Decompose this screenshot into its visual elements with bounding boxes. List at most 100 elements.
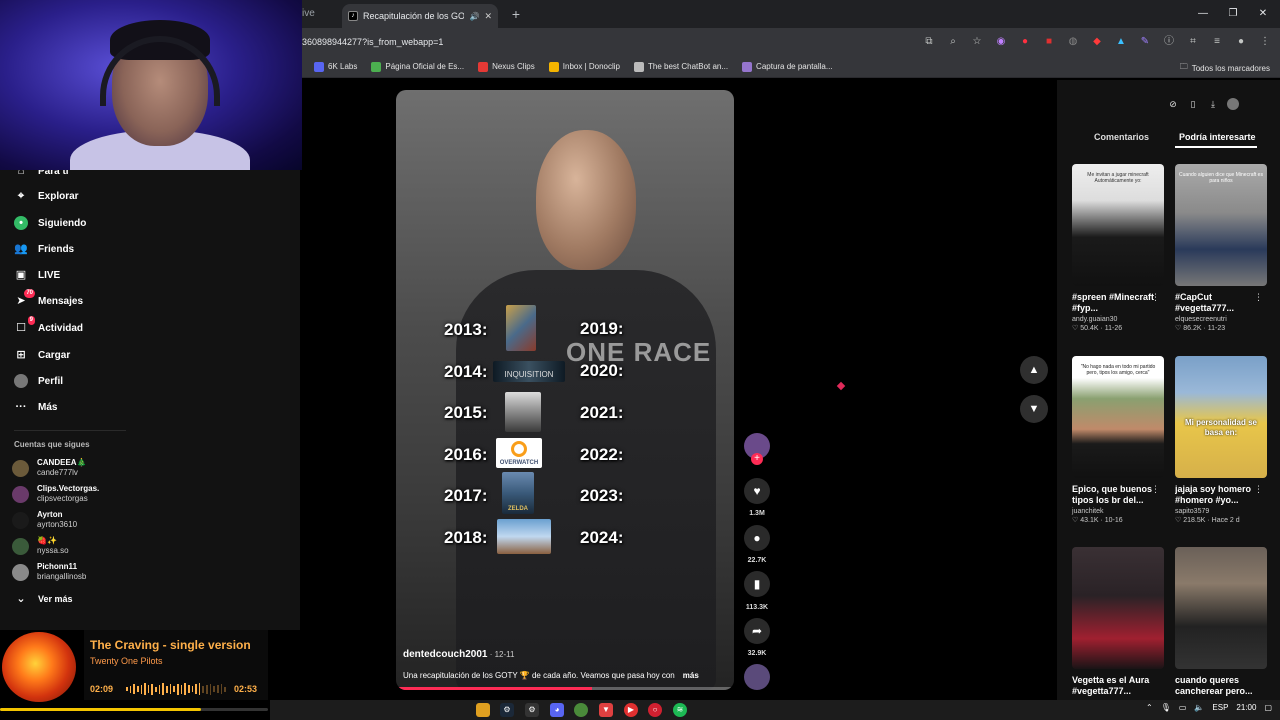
like-button[interactable]: ♥ — [744, 478, 770, 504]
info-icon[interactable]: ⓘ — [1162, 35, 1176, 49]
chrome-icon[interactable] — [574, 703, 588, 717]
video-thumbnail — [1175, 547, 1267, 669]
extension-icon[interactable]: ◆ — [1090, 35, 1104, 49]
recommended-video-card[interactable]: cuando queres cancherear pero... — [1175, 547, 1267, 697]
sidebar-item-cargar[interactable]: ⊞ Cargar — [14, 348, 70, 362]
reading-list-icon[interactable]: ≡ — [1210, 35, 1224, 49]
steam-icon[interactable]: ⚙ — [500, 703, 514, 717]
speaker-icon[interactable]: 🔊 — [469, 12, 479, 21]
game-cover-god-of-war — [497, 519, 551, 554]
volume-icon[interactable]: 🔈 — [1194, 703, 1204, 712]
extension-icon[interactable]: ● — [1018, 35, 1032, 49]
download-icon[interactable]: ⤓ — [1207, 98, 1219, 110]
extension-icon[interactable]: ◉ — [994, 35, 1008, 49]
bookmark-item[interactable]: Captura de pantalla... — [742, 61, 833, 72]
card-menu-icon[interactable]: ⋮ — [1151, 292, 1160, 303]
comment-count: 22.7K — [747, 557, 767, 564]
sidebar-item-siguiendo[interactable]: • Siguiendo — [14, 216, 86, 230]
recommended-video-card[interactable]: "No hago nada en todo mi partido pero, t… — [1072, 356, 1164, 524]
minimize-icon[interactable]: — — [1188, 4, 1218, 24]
bookmark-item[interactable]: Página Oficial de Es... — [371, 61, 464, 72]
sidebar-item-live[interactable]: ▣ LIVE — [14, 268, 60, 282]
compass-icon[interactable]: ⊘ — [1167, 98, 1179, 110]
waveform-bar — [198, 683, 201, 695]
recommended-video-card[interactable]: Me invitan a jugar minecraft Automáticam… — [1072, 164, 1164, 332]
star-icon[interactable]: ☆ — [970, 35, 984, 49]
recommended-video-card[interactable]: Vegetta es el Aura #vegetta777... — [1072, 547, 1164, 697]
bookmark-item[interactable]: Inbox | Donoclip — [548, 61, 620, 72]
save-button[interactable]: ▮ — [744, 571, 770, 597]
follow-plus-icon[interactable]: + — [751, 453, 763, 465]
youtube-icon[interactable]: ▶ — [624, 703, 638, 717]
notification-icon[interactable]: ▢ — [1264, 703, 1272, 712]
recommended-video-card[interactable]: Mi personalidad se basa en: jajaja soy h… — [1175, 356, 1267, 524]
tab-partial[interactable]: ive — [302, 4, 342, 28]
see-more-link[interactable]: ⌄ Ver más — [14, 592, 72, 606]
card-menu-icon[interactable]: ⋮ — [1254, 292, 1263, 303]
pen-icon[interactable]: ✎ — [1138, 35, 1152, 49]
followed-account[interactable]: CANDEEA🎄 cande777lv — [12, 458, 87, 478]
video-player[interactable]: ONE RACE 2013: 2014: 2015: 2016: 2017: 2… — [396, 90, 734, 690]
avatar[interactable] — [1227, 98, 1239, 110]
puzzle-icon[interactable]: ⌗ — [1186, 35, 1200, 49]
sidebar-item-mas[interactable]: ··· Más — [14, 400, 58, 414]
sidebar-item-actividad[interactable]: ☐ 9 Actividad — [14, 316, 83, 335]
bookmark-item[interactable]: 6K Labs — [314, 61, 357, 72]
settings-icon[interactable]: ⚙ — [525, 703, 539, 717]
bookmark-item[interactable]: The best ChatBot an... — [634, 61, 728, 72]
sidebar-item-perfil[interactable]: Perfil — [14, 374, 63, 388]
extension-icon[interactable]: ■ — [1042, 35, 1056, 49]
tab-close-icon[interactable]: ✕ — [484, 11, 492, 22]
opera-icon[interactable]: ○ — [648, 703, 662, 717]
extension-icon[interactable]: ◍ — [1066, 35, 1080, 49]
card-menu-icon[interactable]: ⋮ — [1254, 484, 1263, 495]
extension-icon[interactable]: ▲ — [1114, 35, 1128, 49]
following-icon: • — [14, 216, 28, 230]
followed-account[interactable]: 🍓✨ nyssa.so — [12, 536, 69, 556]
all-bookmarks[interactable]: 🗀 Todos los marcadores — [1180, 61, 1270, 75]
network-icon[interactable]: ▭ — [1179, 703, 1187, 712]
chevron-up-icon[interactable]: ⌃ — [1146, 703, 1153, 712]
year-label: 2016: — [444, 445, 488, 464]
browser-tab-bar: ive ♪ Recapitulación de los GOTY 🔊 ✕ + —… — [302, 0, 1280, 28]
profile-avatar-icon[interactable]: ● — [1234, 35, 1248, 49]
volume-slider[interactable] — [0, 704, 270, 714]
followed-account[interactable]: Ayrton ayrton3610 — [12, 510, 77, 530]
new-tab-button[interactable]: + — [506, 4, 526, 24]
followed-account[interactable]: Pichonn11 briangallinosb — [12, 562, 86, 582]
close-window-icon[interactable]: ✕ — [1248, 4, 1278, 24]
install-icon[interactable]: ⧉ — [922, 35, 936, 49]
bookmark-item[interactable]: Nexus Clips — [478, 61, 535, 72]
tab-podria-interesarte[interactable]: Podría interesarte — [1179, 132, 1256, 142]
comment-button[interactable]: ● — [744, 525, 770, 551]
followed-account[interactable]: Clips.Vectorgas. clipsvectorgas — [12, 484, 99, 504]
url-field[interactable]: 360898944277?is_from_webapp=1 — [302, 34, 862, 50]
tab-comentarios[interactable]: Comentarios — [1094, 132, 1149, 142]
discord-icon[interactable]: ◕ — [550, 703, 564, 717]
previous-video-button[interactable]: ▲ — [1020, 356, 1048, 384]
card-menu-icon[interactable]: ⋮ — [1151, 484, 1160, 495]
clock[interactable]: 21:00 — [1236, 703, 1256, 712]
microphone-icon[interactable]: 🎙 — [1161, 703, 1171, 712]
sidebar-item-explorar[interactable]: ⌖ Explorar — [14, 189, 79, 203]
compass-icon: ⌖ — [17, 190, 25, 202]
brave-icon[interactable]: ▼ — [599, 703, 613, 717]
video-author[interactable]: dentedcouch2001 · 12-11 — [403, 649, 514, 660]
spotify-icon[interactable]: ≋ — [673, 703, 687, 717]
menu-dots-icon[interactable]: ⋮ — [1258, 35, 1272, 49]
language-indicator[interactable]: ESP — [1212, 703, 1228, 712]
waveform-bar — [191, 686, 194, 692]
zoom-icon[interactable]: ⌕ — [946, 35, 960, 49]
sound-disc-icon[interactable] — [744, 664, 770, 690]
sidebar-item-friends[interactable]: 👥 Friends — [14, 242, 74, 256]
maximize-icon[interactable]: ❐ — [1218, 4, 1248, 24]
next-video-button[interactable]: ▼ — [1020, 395, 1048, 423]
more-link[interactable]: más — [683, 671, 699, 680]
recommended-video-card[interactable]: Cuando alguien dice que Minecraft es par… — [1175, 164, 1267, 332]
file-explorer-icon[interactable] — [476, 703, 490, 717]
tab-active[interactable]: ♪ Recapitulación de los GOTY 🔊 ✕ — [342, 4, 498, 28]
sidebar-item-mensajes[interactable]: ➤ 70 Mensajes — [14, 289, 83, 308]
share-button[interactable]: ➦ — [744, 618, 770, 644]
phone-icon[interactable]: ▯ — [1187, 98, 1199, 110]
video-thumbnail: Cuando alguien dice que Minecraft es par… — [1175, 164, 1267, 286]
